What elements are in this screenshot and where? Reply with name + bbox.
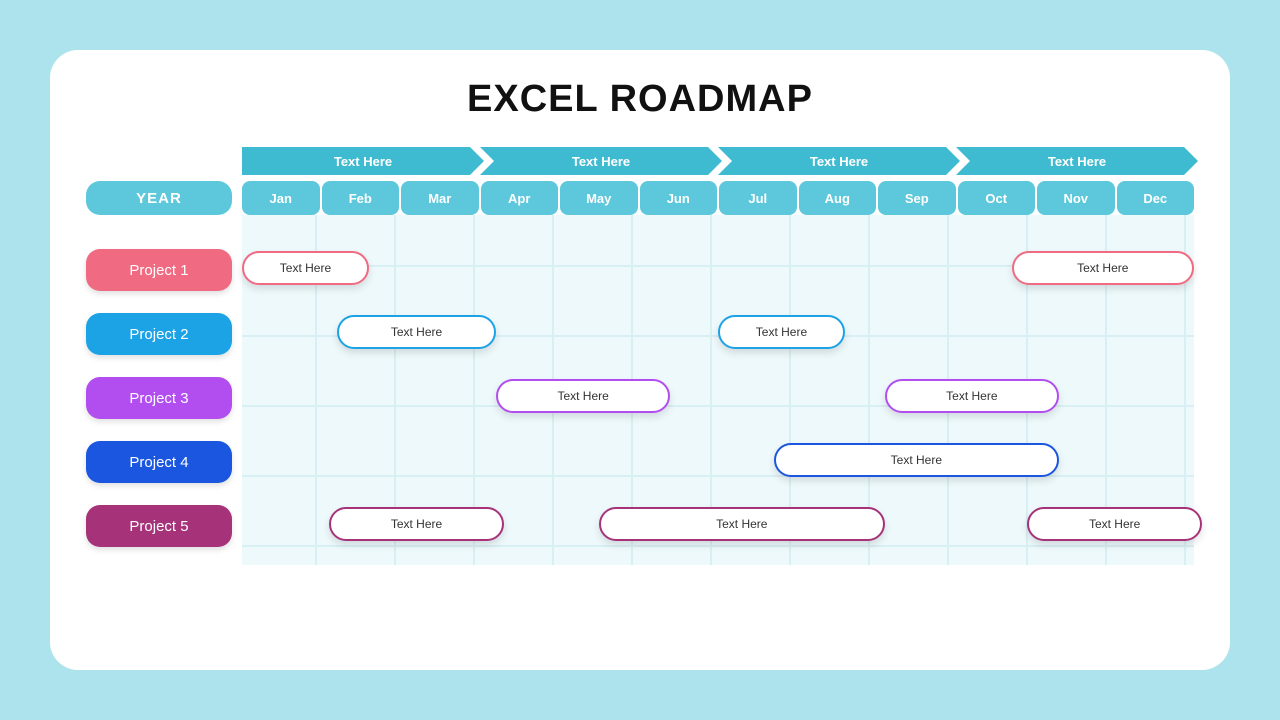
roadmap-bar[interactable]: Text Here (329, 507, 504, 541)
month-cell: Dec (1117, 181, 1195, 215)
bars-lane: Text Here Text Here (242, 379, 1194, 417)
project-pill: Project 1 (86, 249, 232, 291)
roadmap-bar[interactable]: Text Here (718, 315, 845, 349)
bars-lane: Text HereText HereText Here (242, 507, 1194, 545)
roadmap-bar[interactable]: Text Here (599, 507, 885, 541)
project-pill: Project 2 (86, 313, 232, 355)
quarter-chevron: Text Here (242, 147, 484, 175)
month-cell: Jan (242, 181, 320, 215)
page-title: EXCEL ROADMAP (86, 78, 1194, 121)
quarter-chevron: Text Here (718, 147, 960, 175)
roadmap-bar[interactable]: Text Here (774, 443, 1060, 477)
month-cell: Feb (322, 181, 400, 215)
roadmap-row: Project 4 Text Here (86, 429, 1194, 491)
roadmap-panel: EXCEL ROADMAP Text HereText HereText Her… (50, 50, 1230, 670)
roadmap-bar[interactable]: Text Here (496, 379, 671, 413)
month-cell: Nov (1037, 181, 1115, 215)
project-pill: Project 3 (86, 377, 232, 419)
months-row: JanFebMarAprMayJunJulAugSepOctNovDec (242, 181, 1194, 215)
year-pill: YEAR (86, 181, 232, 215)
roadmap-bar[interactable]: Text Here (337, 315, 496, 349)
quarter-chevron: Text Here (956, 147, 1198, 175)
month-cell: Apr (481, 181, 559, 215)
roadmap-row: Project 5Text HereText HereText Here (86, 493, 1194, 555)
month-cell: Jun (640, 181, 718, 215)
roadmap-row: Project 2 Text Here Text Here (86, 301, 1194, 363)
roadmap-row: Project 1 Text Here Text Here (86, 237, 1194, 299)
month-cell: Oct (958, 181, 1036, 215)
roadmap-row: Project 3 Text Here Text Here (86, 365, 1194, 427)
quarter-chevron: Text Here (480, 147, 722, 175)
month-cell: Jul (719, 181, 797, 215)
project-pill: Project 4 (86, 441, 232, 483)
bars-lane: Text Here Text Here (242, 315, 1194, 353)
month-cell: Aug (799, 181, 877, 215)
roadmap-bar[interactable]: Text Here (1012, 251, 1194, 285)
month-cell: Sep (878, 181, 956, 215)
roadmap-bar[interactable]: Text Here (242, 251, 369, 285)
project-pill: Project 5 (86, 505, 232, 547)
roadmap-bar[interactable]: Text Here (1027, 507, 1202, 541)
bars-lane: Text Here Text Here (242, 251, 1194, 289)
month-cell: Mar (401, 181, 479, 215)
quarters-row: Text HereText HereText HereText Here (242, 147, 1194, 175)
rows-container: Project 1Text HereText HereProject 2Text… (86, 237, 1194, 557)
roadmap-bar[interactable]: Text Here (885, 379, 1060, 413)
bars-lane: Text Here (242, 443, 1194, 481)
month-cell: May (560, 181, 638, 215)
